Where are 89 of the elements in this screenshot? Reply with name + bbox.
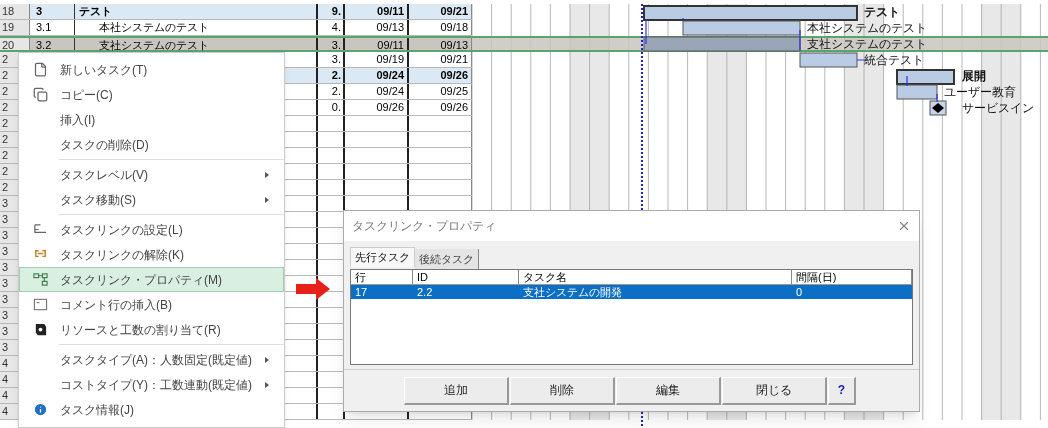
close-icon[interactable] bbox=[897, 219, 911, 233]
menu-item[interactable]: 挿入(I) bbox=[19, 107, 284, 132]
gantt-label: 本社システムのテスト bbox=[807, 20, 927, 36]
table-cell: 3 bbox=[30, 4, 75, 19]
row-number: 4 bbox=[2, 405, 9, 417]
row-number: 3 bbox=[2, 229, 9, 241]
gantt-label: サービスイン bbox=[962, 100, 1034, 116]
row-number: 2 bbox=[2, 101, 9, 113]
table-cell: 09/25 bbox=[409, 84, 472, 99]
menu-item[interactable]: タスクタイプ(A)：人数固定(既定値) bbox=[19, 347, 284, 372]
table-cell: 09/26 bbox=[409, 68, 472, 83]
table-cell: 支社システムのテスト bbox=[75, 38, 318, 50]
row-number: 4 bbox=[2, 373, 9, 385]
row-number: 2 bbox=[2, 181, 9, 193]
gantt-label: 展開 bbox=[962, 68, 986, 84]
gantt-label: 支社システムのテスト bbox=[807, 36, 927, 52]
row-number: 2 bbox=[2, 53, 9, 65]
gantt-bar bbox=[896, 84, 938, 100]
row-number: 2 bbox=[2, 133, 9, 145]
tab[interactable]: 後続タスク bbox=[415, 249, 479, 269]
sheet-row[interactable]: 18 3 テスト 9. 09/11 09/21 bbox=[0, 4, 472, 20]
row-number: 4 bbox=[2, 357, 9, 369]
row-number: 3 bbox=[2, 261, 9, 273]
document-icon bbox=[32, 62, 48, 77]
row-number: 2 bbox=[2, 85, 9, 97]
table-cell: 3.2 bbox=[30, 38, 75, 50]
dialog-button[interactable]: 追加 bbox=[404, 376, 509, 405]
table-cell: 3. bbox=[318, 38, 345, 50]
info-icon bbox=[32, 402, 48, 417]
row-number: 20 bbox=[2, 39, 15, 51]
gantt-label: テスト bbox=[864, 4, 900, 20]
row-number: 2 bbox=[2, 69, 9, 81]
row-number: 3 bbox=[2, 197, 9, 209]
linked-boxes-icon bbox=[32, 272, 48, 287]
list-cell: 支社システムの開発 bbox=[523, 286, 622, 298]
table-cell: 09/26 bbox=[409, 100, 472, 115]
menu-item[interactable]: コストタイプ(Y)：工数連動(既定値) bbox=[19, 372, 284, 397]
list-cell: 2.2 bbox=[417, 286, 433, 298]
menu-item[interactable]: タスク移動(S) bbox=[19, 187, 284, 212]
menu-item[interactable]: コピー(C) bbox=[19, 82, 284, 107]
table-cell: 3.1 bbox=[30, 20, 75, 35]
row-number: 3 bbox=[2, 293, 9, 305]
list-cell: 0 bbox=[796, 286, 803, 298]
list-cell: 17 bbox=[355, 286, 368, 298]
row-number: 3 bbox=[2, 245, 9, 257]
gantt-label: ユーザー教育 bbox=[944, 84, 1016, 100]
table-cell: 09/18 bbox=[409, 20, 472, 35]
menu-item[interactable]: タスクリンクの解除(K) bbox=[19, 242, 284, 267]
dialog-button[interactable]: 編集 bbox=[616, 376, 721, 405]
row-number: 19 bbox=[2, 21, 15, 33]
row-number: 2 bbox=[2, 165, 9, 177]
row-number: 2 bbox=[2, 117, 9, 129]
column-header: 間隔(日) bbox=[796, 271, 837, 283]
menu-item[interactable]: タスク情報(J) bbox=[19, 397, 284, 422]
list-row[interactable]: 17 2.2 支社システムの開発 0 bbox=[351, 285, 912, 299]
row-number: 3 bbox=[2, 341, 9, 353]
gantt-summary-bar bbox=[896, 69, 955, 85]
menu-item[interactable]: リソースと工数の割り当て(R) bbox=[19, 317, 284, 342]
row-number: 3 bbox=[2, 325, 9, 337]
help-button[interactable]: ? bbox=[828, 376, 856, 405]
row-number: 3 bbox=[2, 277, 9, 289]
arrow-icon bbox=[296, 278, 330, 300]
row-number: 4 bbox=[2, 389, 9, 401]
menu-item[interactable]: タスクリンクの設定(L) bbox=[19, 217, 284, 242]
sheet-row[interactable]: 19 3.1 本社システムのテスト 4. 09/13 09/18 bbox=[0, 20, 472, 36]
table-cell: 09/11 bbox=[345, 38, 409, 50]
comment-row-icon bbox=[32, 297, 48, 312]
milestone-diamond bbox=[929, 100, 947, 116]
row-number: 2 bbox=[2, 149, 9, 161]
menu-item[interactable]: タスクの削除(D) bbox=[19, 132, 284, 157]
menu-item[interactable]: 新しいタスク(T) bbox=[19, 57, 284, 82]
row-number: 18 bbox=[2, 5, 15, 17]
column-header: 行 bbox=[355, 271, 366, 283]
copy-icon bbox=[32, 87, 48, 102]
table-cell: 09/21 bbox=[409, 4, 472, 19]
column-header: ID bbox=[417, 271, 428, 283]
dialog-button[interactable]: 閉じる bbox=[722, 376, 827, 405]
row-number: 3 bbox=[2, 309, 9, 321]
menu-item[interactable]: タスクレベル(V) bbox=[19, 162, 284, 187]
column-header: タスク名 bbox=[523, 271, 567, 283]
sheet-row[interactable]: 20 3.2 支社システムのテスト 3. 09/11 09/13 bbox=[0, 36, 472, 52]
menu-item[interactable]: コメント行の挿入(B) bbox=[19, 292, 284, 317]
gantt-label: 統合テスト bbox=[864, 52, 924, 68]
row-number: 3 bbox=[2, 213, 9, 225]
menu-item[interactable]: タスクリンク・プロパティ(M) bbox=[19, 267, 284, 292]
dialog-title: タスクリンク・プロパティ bbox=[352, 218, 496, 235]
tab[interactable]: 先行タスク bbox=[350, 247, 415, 267]
dialog-button[interactable]: 削除 bbox=[510, 376, 615, 405]
table-cell: 09/21 bbox=[409, 52, 472, 67]
